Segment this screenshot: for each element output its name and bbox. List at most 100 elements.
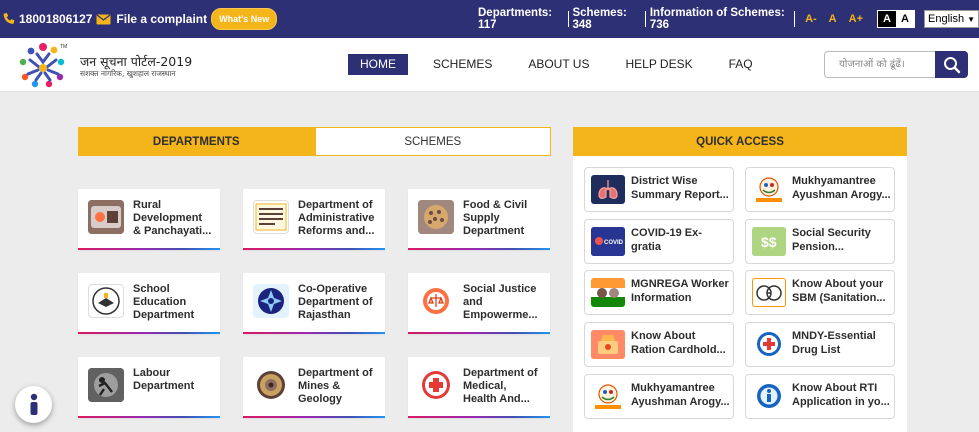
ration-card-icon [591, 330, 625, 359]
quick-access-panel: District Wise Summary Report... Mukhyama… [573, 156, 907, 432]
phone-icon [3, 12, 15, 24]
labour-icon [88, 368, 124, 402]
admin-reforms-icon [253, 200, 289, 234]
quick-access-item[interactable]: Mukhyamantree Ayushman Arogy... [745, 167, 895, 212]
department-card[interactable]: Rural Development & Panchayati... [78, 189, 220, 250]
search-button[interactable] [935, 51, 968, 78]
pension-icon: $$ [752, 227, 786, 256]
svg-text:TM: TM [60, 44, 67, 50]
high-contrast-button[interactable]: A [878, 11, 896, 27]
portal-title: जन सूचना पोर्टल-2019 [80, 54, 193, 69]
department-card[interactable]: School Education Department [78, 273, 220, 334]
quick-access-item[interactable]: $$ Social Security Pension... [745, 219, 895, 264]
mgnrega-icon [591, 278, 625, 307]
stats-bar: Departments: 117 Schemes: 348 Informatio… [478, 0, 979, 38]
mndy-icon [752, 330, 786, 359]
tab-schemes[interactable]: SCHEMES [314, 127, 551, 156]
department-name: Co-Operative Department of Rajasthan [298, 283, 373, 321]
font-increase-button[interactable]: A+ [849, 13, 863, 25]
svg-text:$$: $$ [761, 234, 777, 250]
school-education-icon [88, 284, 124, 318]
quick-access-item[interactable]: Know About your SBM (Sanitation... [745, 270, 895, 315]
ayushman-icon [752, 175, 786, 204]
quick-access-label: Know About your SBM (Sanitation... [792, 278, 886, 304]
quick-access-item[interactable]: Mukhyamantree Ayushman Arogy... [584, 374, 734, 419]
department-name: Department of Medical, Health And... [463, 367, 538, 405]
quick-access-item[interactable]: MNDY-Essential Drug List [745, 322, 895, 367]
cooperative-icon [253, 284, 289, 318]
department-card[interactable]: Department of Medical, Health And... [408, 357, 550, 418]
svg-text:COVID: COVID [604, 240, 624, 246]
mail-icon [96, 14, 111, 24]
whats-new-button[interactable]: What's New [211, 8, 278, 30]
ayushman-icon [591, 382, 625, 411]
social-justice-icon [418, 284, 454, 318]
quick-access-item[interactable]: Know About Ration Cardhold... [584, 322, 734, 367]
department-card[interactable]: Department of Administrative Reforms and… [243, 189, 385, 250]
department-name: Department of Mines & Geology [298, 367, 373, 405]
medical-health-icon [418, 368, 454, 402]
info-button[interactable] [15, 386, 52, 423]
department-card[interactable]: Food & Civil Supply Department [408, 189, 550, 250]
department-card[interactable]: Labour Department [78, 357, 220, 418]
quick-access-label: MNDY-Essential Drug List [792, 330, 876, 356]
portal-tagline: सशक्त नागरिक, खुशहाल राजस्थान [80, 69, 176, 78]
quick-access-label: Know About Ration Cardhold... [631, 330, 726, 356]
quick-access-label: Mukhyamantree Ayushman Arogy... [792, 175, 891, 201]
quick-access-item[interactable]: MGNREGA Worker Information [584, 270, 734, 315]
info-icon [30, 393, 37, 415]
quick-access-label: District Wise Summary Report... [631, 175, 729, 201]
quick-access-item[interactable]: Know About RTI Application in yo... [745, 374, 895, 419]
language-select[interactable]: English ▼ [924, 10, 979, 28]
quick-access-label: Mukhyamantree Ayushman Arogy... [631, 382, 730, 408]
main-nav: HOME SCHEMES ABOUT US HELP DESK FAQ [348, 54, 789, 75]
nav-schemes[interactable]: SCHEMES [433, 54, 492, 75]
department-name: Social Justice and Empowerme... [463, 283, 538, 321]
jan-soochna-logo[interactable]: TM [16, 40, 70, 90]
department-card[interactable]: Co-Operative Department of Rajasthan [243, 273, 385, 334]
font-normal-button[interactable]: A [829, 13, 837, 25]
quick-access-item[interactable]: COVID COVID-19 Ex-gratia Payment [584, 219, 734, 264]
department-name: Rural Development & Panchayati... [133, 199, 212, 237]
covid-icon: COVID [591, 227, 625, 256]
language-value: English [928, 13, 965, 25]
site-header: TM जन सूचना पोर्टल-2019 सशक्त नागरिक, खु… [0, 38, 979, 92]
quick-access-label: Know About RTI Application in yo... [792, 382, 890, 408]
nav-about-us[interactable]: ABOUT US [528, 54, 589, 75]
rural-development-icon [88, 200, 124, 234]
contrast-toggle: A A [877, 10, 915, 28]
rti-icon [752, 382, 786, 411]
quick-access-item[interactable]: District Wise Summary Report... [584, 167, 734, 212]
lungs-icon [591, 175, 625, 204]
schemes-count: Schemes: 348 [572, 7, 627, 31]
quick-access-label: MGNREGA Worker Information [631, 278, 729, 304]
search-box [824, 51, 968, 78]
department-name: School Education Department [133, 283, 195, 321]
chevron-down-icon: ▼ [967, 14, 975, 24]
helpline[interactable]: 18001806127 [2, 12, 92, 26]
department-name: Labour Department [133, 367, 195, 392]
departments-count: Departments: 117 [478, 7, 553, 31]
divider [567, 11, 569, 27]
divider [794, 11, 796, 27]
sbm-icon [752, 278, 786, 307]
search-icon [943, 56, 960, 73]
information-count: Information of Schemes: 736 [649, 7, 785, 31]
file-complaint-link[interactable]: File a complaint [116, 12, 207, 26]
department-card[interactable]: Department of Mines & Geology [243, 357, 385, 418]
department-name: Department of Administrative Reforms and… [298, 199, 375, 237]
nav-help-desk[interactable]: HELP DESK [625, 54, 692, 75]
mines-geology-icon [253, 368, 289, 402]
nav-home[interactable]: HOME [348, 54, 408, 75]
food-supply-icon [418, 200, 454, 234]
divider [644, 11, 646, 27]
search-input[interactable] [825, 52, 935, 77]
helpline-number: 18001806127 [19, 12, 93, 26]
font-decrease-button[interactable]: A- [805, 13, 817, 25]
nav-faq[interactable]: FAQ [729, 54, 753, 75]
tab-departments[interactable]: DEPARTMENTS [78, 127, 315, 156]
normal-contrast-button[interactable]: A [896, 11, 914, 27]
quick-access-label: Social Security Pension... [792, 227, 871, 253]
department-card[interactable]: Social Justice and Empowerme... [408, 273, 550, 334]
category-tabs: DEPARTMENTS SCHEMES [78, 127, 551, 156]
